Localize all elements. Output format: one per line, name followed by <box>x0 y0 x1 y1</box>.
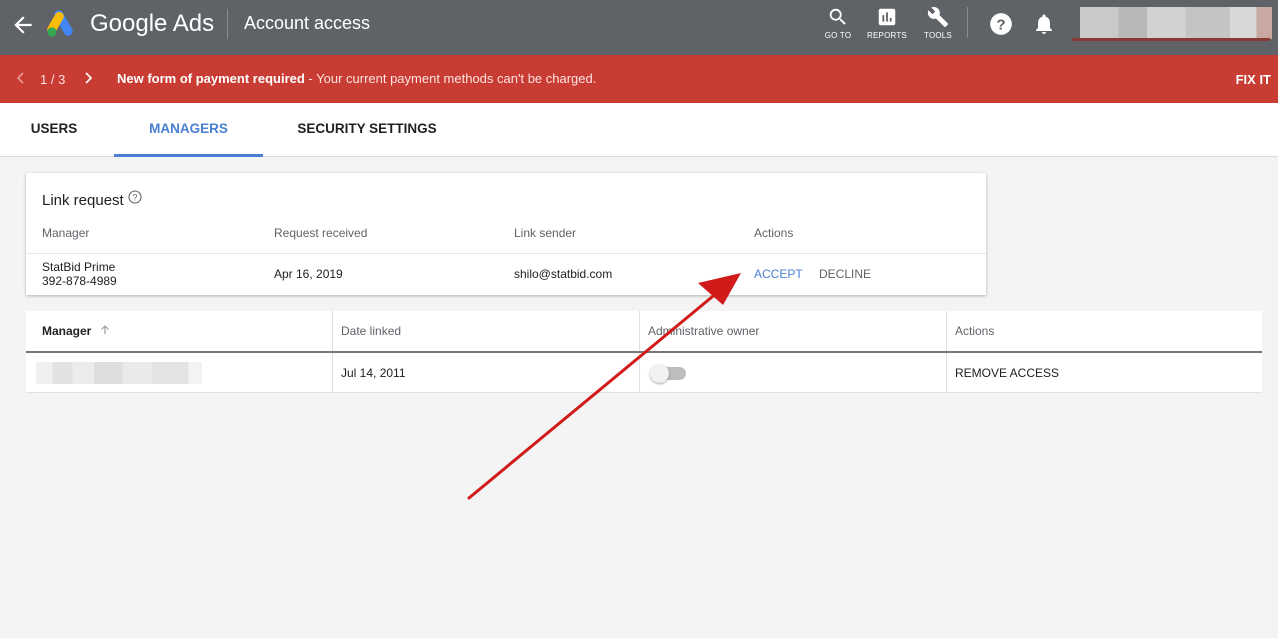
link-request-title: Link request <box>42 192 124 209</box>
column-header-actions: Actions <box>955 324 995 338</box>
column-header-manager-sortable[interactable]: Manager <box>26 311 333 352</box>
tab-users[interactable]: USERS <box>14 103 94 157</box>
page-title: Account access <box>244 13 371 33</box>
row-divider <box>26 253 986 254</box>
goto-label: GO TO <box>824 31 852 40</box>
fix-it-button[interactable]: FIX IT <box>1236 72 1271 87</box>
decline-button[interactable]: DECLINE <box>819 267 871 281</box>
account-switcher[interactable] <box>1080 7 1272 39</box>
manager-name: StatBid Prime <box>42 260 116 274</box>
goto-button[interactable]: GO TO <box>815 6 861 46</box>
top-app-bar: Google Ads Account access GO TO REPORTS … <box>0 0 1278 55</box>
toggle-knob <box>650 364 669 383</box>
column-header-date-linked: Date linked <box>333 311 640 352</box>
notifications-bell-icon[interactable] <box>1032 11 1056 37</box>
tab-security-settings[interactable]: SECURITY SETTINGS <box>283 103 451 157</box>
chevron-right-icon[interactable] <box>82 70 94 86</box>
help-circle-icon[interactable]: ? <box>128 190 142 204</box>
alert-title: New form of payment required <box>117 71 305 86</box>
tools-label: TOOLS <box>924 31 952 40</box>
request-received-date: Apr 16, 2019 <box>274 267 343 281</box>
tab-managers[interactable]: MANAGERS <box>114 103 263 157</box>
redacted-manager-name <box>36 362 202 384</box>
wrench-icon <box>927 7 949 28</box>
link-request-card: Link request ? Manager Request received … <box>26 173 986 295</box>
alert-detail: - Your current payment methods can't be … <box>304 71 597 86</box>
remove-access-button[interactable]: REMOVE ACCESS <box>947 353 1262 393</box>
admin-owner-toggle[interactable] <box>650 364 686 383</box>
tab-bar: USERS MANAGERS SECURITY SETTINGS <box>0 103 1278 157</box>
brand-name: Google Ads <box>90 10 215 37</box>
google-ads-logo <box>47 10 73 37</box>
alert-counter: 1 / 3 <box>40 72 66 87</box>
accept-button[interactable]: ACCEPT <box>754 267 803 281</box>
column-header-actions: Actions <box>754 226 794 240</box>
column-header-link-sender: Link sender <box>514 226 577 240</box>
chevron-left-icon[interactable] <box>14 70 26 86</box>
svg-text:?: ? <box>132 192 137 202</box>
help-icon[interactable]: ? <box>988 11 1014 37</box>
column-header-request-received: Request received <box>274 226 368 240</box>
link-sender-email: shilo@statbid.com <box>514 267 613 281</box>
svg-text:?: ? <box>996 16 1005 33</box>
reports-button[interactable]: REPORTS <box>864 6 910 46</box>
search-icon <box>829 8 846 25</box>
column-header-administrative-owner: Administrative owner <box>640 311 947 352</box>
alert-message: New form of payment required - Your curr… <box>117 71 596 86</box>
back-arrow-icon[interactable] <box>10 12 36 38</box>
reports-icon <box>878 8 896 26</box>
payment-alert-banner: 1 / 3 New form of payment required - You… <box>0 55 1278 103</box>
admin-owner-cell <box>640 353 947 393</box>
header-divider <box>227 9 228 39</box>
tools-divider <box>967 7 968 38</box>
date-linked-cell: Jul 14, 2011 <box>333 353 640 393</box>
managers-table: Manager Date linked Administrative owner… <box>26 311 1262 393</box>
manager-header-label: Manager <box>42 324 92 338</box>
tools-button[interactable]: TOOLS <box>915 6 961 46</box>
manager-customer-id: 392-878-4989 <box>42 274 117 288</box>
sort-ascending-icon <box>100 325 109 334</box>
column-header-manager: Manager <box>42 226 90 240</box>
reports-label: REPORTS <box>867 31 907 40</box>
manager-cell <box>26 353 333 393</box>
account-underline <box>1072 38 1270 41</box>
